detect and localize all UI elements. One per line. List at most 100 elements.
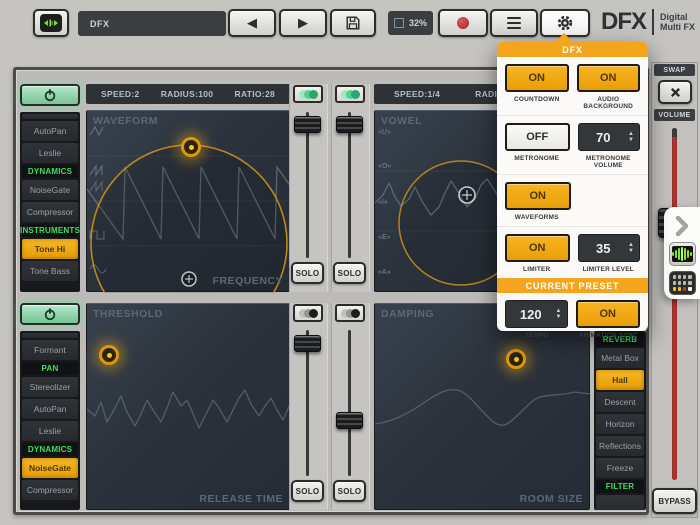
dfx-app-icon [40, 14, 62, 32]
effect-item[interactable]: Leslie [22, 143, 78, 163]
effect-item[interactable]: Descent [596, 392, 644, 412]
solo-button[interactable]: SOLO [333, 480, 366, 502]
slider-handle[interactable] [336, 412, 363, 429]
effect-item[interactable]: Leslie [22, 421, 78, 441]
cpu-percent: 32% [409, 18, 427, 28]
effect-item[interactable]: Formant [22, 340, 78, 360]
pad-params-waveform: SPEED:2 RADIUS:100 RATIO:28 [86, 84, 290, 104]
app-icon-button[interactable] [33, 9, 69, 37]
effect-category: DYNAMICS [22, 443, 78, 456]
effect-item[interactable]: Stereolizer [22, 377, 78, 397]
gear-icon [556, 14, 574, 32]
current-preset-title: CURRENT PRESET [497, 278, 648, 293]
list-item-partial[interactable] [22, 333, 78, 338]
audio-background-toggle[interactable]: ON [577, 64, 641, 92]
volume-slider-track[interactable] [672, 128, 677, 480]
lfo-toggle[interactable] [293, 304, 323, 322]
waveform-app-icon[interactable] [669, 242, 696, 266]
effect-item[interactable]: Compressor [22, 480, 78, 500]
list-item-partial[interactable] [596, 495, 644, 510]
metronome-toggle[interactable]: OFF [505, 123, 570, 151]
pad-axis-label: FREQUENCY [213, 275, 283, 287]
effect-item-selected[interactable]: Hall [596, 370, 644, 390]
slider-track[interactable] [348, 330, 351, 476]
effect-item[interactable]: AutoPan [22, 399, 78, 419]
preset-name-field[interactable]: DFX [78, 11, 226, 36]
countdown-toggle[interactable]: ON [505, 64, 569, 92]
effect-item[interactable]: Compressor [22, 202, 78, 222]
solo-button[interactable]: SOLO [333, 262, 366, 284]
effect-item-selected[interactable]: Tone Hi [22, 239, 78, 259]
power-button-top-left[interactable] [20, 84, 80, 106]
effect-category: FILTER [596, 480, 644, 493]
effect-item[interactable]: Horizon [596, 414, 644, 434]
slider-handle[interactable] [294, 335, 321, 352]
effect-item[interactable]: Tone Bass [22, 261, 78, 281]
popup-group-waveforms: ON WAVEFORMS [497, 175, 648, 227]
settings-popup: DFX ON ON COUNTDOWN AUDIO BACKGROUND OFF… [497, 42, 648, 331]
effect-category: DYNAMICS [22, 165, 78, 178]
effect-list-bottom-left: Formant PAN Stereolizer AutoPan Leslie D… [20, 331, 80, 510]
effect-item[interactable]: Metal Box [596, 348, 644, 368]
lfo-toggle[interactable] [335, 304, 365, 322]
effect-item[interactable]: NoiseGate [22, 180, 78, 200]
lfo-toggle[interactable] [293, 85, 323, 103]
effect-item-selected[interactable]: NoiseGate [22, 458, 78, 478]
dfx-app: DFX ◀ ▶ 32% DFX Digital Multi FX [0, 0, 700, 525]
stepper-arrows-icon[interactable]: ▲▼ [628, 131, 639, 143]
back-arrow-icon: ◀ [247, 15, 257, 31]
effect-item[interactable]: Reflections [596, 436, 644, 456]
save-button[interactable] [330, 9, 376, 37]
xy-pad-threshold[interactable]: THRESHOLD RELEASE TIME [86, 303, 290, 510]
save-floppy-icon [345, 15, 361, 31]
waveforms-toggle[interactable]: ON [505, 182, 571, 210]
slider-track[interactable] [306, 112, 309, 258]
limiter-label: LIMITER [505, 266, 569, 273]
app-switcher-tab[interactable] [664, 207, 700, 299]
forward-button[interactable]: ▶ [279, 9, 327, 37]
metronome-volume-stepper[interactable]: 70 ▲▼ [578, 123, 641, 151]
pad-axis-label: RELEASE TIME [199, 493, 283, 505]
drum-machine-app-icon[interactable] [669, 271, 696, 295]
animation-sync-toggle[interactable]: ON [576, 300, 641, 328]
solo-button[interactable]: SOLO [291, 262, 324, 284]
pad-title: WAVEFORM [93, 115, 158, 127]
effect-item[interactable]: Freeze [596, 458, 644, 478]
popup-group-preset: 120 ▲▼ ON TEMPO ANIMATION SYNC [497, 293, 648, 344]
volume-label: VOLUME [654, 109, 695, 121]
pad-cursor-dot[interactable] [181, 137, 201, 157]
animation-sync-label: ANIMATION SYNC [577, 332, 641, 339]
list-item-partial[interactable] [22, 114, 78, 119]
tempo-label: TEMPO [505, 332, 569, 339]
effect-item[interactable]: AutoPan [22, 121, 78, 141]
power-icon [43, 88, 57, 102]
power-icon [43, 307, 57, 321]
limiter-level-label: LIMITER LEVEL [577, 266, 641, 273]
xy-pad-waveform[interactable]: WAVEFORM FREQUENCY [86, 110, 290, 292]
record-button[interactable] [438, 9, 488, 37]
popup-arrow [555, 33, 573, 42]
pad-title: VOWEL [381, 115, 422, 127]
slider-handle[interactable] [294, 116, 321, 133]
pad-cursor-dot[interactable] [506, 349, 526, 369]
pad-target-icon [459, 187, 475, 203]
swap-close-button[interactable] [658, 80, 692, 104]
close-icon [670, 87, 681, 98]
stepper-arrows-icon[interactable]: ▲▼ [556, 308, 567, 320]
menu-button[interactable] [490, 9, 538, 37]
power-button-bottom-left[interactable] [20, 303, 80, 325]
slider-handle[interactable] [336, 116, 363, 133]
lfo-toggle[interactable] [335, 85, 365, 103]
popup-group-limiter: ON 35 ▲▼ LIMITER LIMITER LEVEL [497, 227, 648, 278]
tempo-stepper[interactable]: 120 ▲▼ [505, 300, 568, 328]
limiter-level-stepper[interactable]: 35 ▲▼ [578, 234, 641, 262]
back-button[interactable]: ◀ [228, 9, 276, 37]
stepper-arrows-icon[interactable]: ▲▼ [628, 242, 639, 254]
bypass-button[interactable]: BYPASS [652, 488, 697, 514]
popup-group-metronome: OFF 70 ▲▼ METRONOME METRONOME VOLUME [497, 116, 648, 175]
slider-track[interactable] [348, 112, 351, 258]
threshold-pad-graphics [87, 304, 291, 511]
limiter-toggle[interactable]: ON [505, 234, 570, 262]
solo-button[interactable]: SOLO [291, 480, 324, 502]
pad-cursor-dot[interactable] [99, 345, 119, 365]
